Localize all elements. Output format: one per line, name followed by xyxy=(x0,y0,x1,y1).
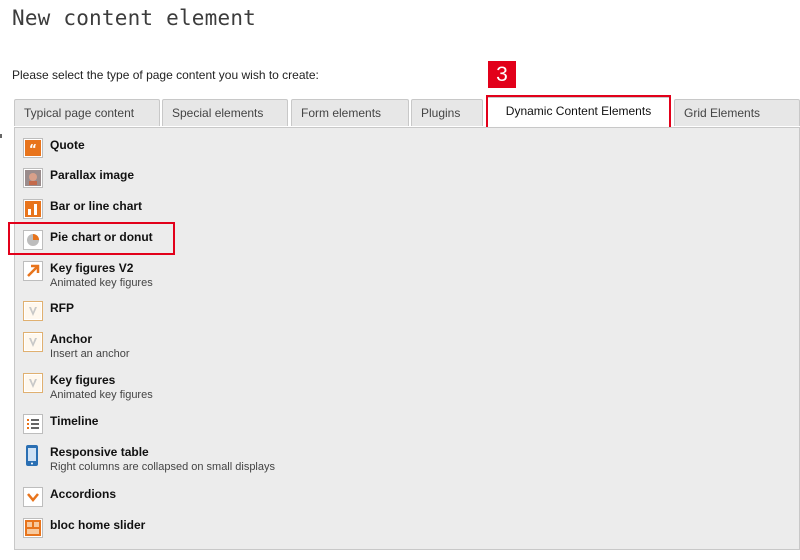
typo3-icon xyxy=(23,332,43,352)
element-timeline[interactable]: Timeline xyxy=(23,414,323,434)
mobile-device-icon xyxy=(23,445,43,466)
tab-grid-elements[interactable]: Grid Elements xyxy=(674,99,800,126)
element-title: Timeline xyxy=(50,414,99,428)
element-title: Accordions xyxy=(50,487,117,501)
tab-plugins[interactable]: Plugins xyxy=(411,99,483,126)
element-rfp[interactable]: RFP xyxy=(23,301,323,321)
element-title: Bar or line chart xyxy=(50,199,143,213)
parallax-image-icon xyxy=(23,168,43,188)
quote-icon: “ xyxy=(23,138,43,158)
tab-typical-page-content[interactable]: Typical page content xyxy=(14,99,160,126)
tab-special-elements[interactable]: Special elements xyxy=(162,99,288,126)
element-key-figures-v2[interactable]: Key figures V2 Animated key figures xyxy=(23,261,323,295)
element-description: Animated key figures xyxy=(50,277,153,289)
svg-text:“: “ xyxy=(29,142,37,156)
pie-chart-highlight xyxy=(8,222,175,255)
content-elements-panel: “ Quote Parallax image Bar or line chart… xyxy=(14,127,800,550)
element-title: Responsive table xyxy=(50,445,149,459)
typo3-icon xyxy=(23,373,43,393)
element-bloc-home-slider[interactable]: bloc home slider xyxy=(23,518,323,538)
element-bar-or-line-chart[interactable]: Bar or line chart xyxy=(23,199,323,219)
element-description: Insert an anchor xyxy=(50,348,130,360)
element-title: Parallax image xyxy=(50,168,135,182)
element-description: Right columns are collapsed on small dis… xyxy=(50,461,275,473)
element-title: Anchor xyxy=(50,332,92,346)
element-parallax-image[interactable]: Parallax image xyxy=(23,168,323,188)
element-key-figures[interactable]: Key figures Animated key figures xyxy=(23,373,323,407)
element-anchor[interactable]: Anchor Insert an anchor xyxy=(23,332,323,366)
arrow-up-right-icon xyxy=(23,261,43,281)
typo3-icon xyxy=(23,301,43,321)
slider-grid-icon xyxy=(23,518,43,538)
element-title: Key figures V2 xyxy=(50,261,134,275)
element-quote[interactable]: “ Quote xyxy=(23,138,323,158)
timeline-list-icon xyxy=(23,414,43,434)
element-title: Quote xyxy=(50,138,85,152)
scroll-marker xyxy=(0,134,2,138)
element-title: RFP xyxy=(50,301,74,315)
element-responsive-table[interactable]: Responsive table Right columns are colla… xyxy=(23,445,423,479)
bar-chart-icon xyxy=(23,199,43,219)
page-title: New content element xyxy=(12,6,257,30)
instruction-text: Please select the type of page content y… xyxy=(12,68,319,82)
tab-form-elements[interactable]: Form elements xyxy=(291,99,409,126)
content-type-tabs: Typical page content Special elements Fo… xyxy=(14,97,800,127)
element-accordions[interactable]: Accordions xyxy=(23,487,323,507)
chevron-down-icon xyxy=(23,487,43,507)
element-title: bloc home slider xyxy=(50,518,146,532)
step-badge: 3 xyxy=(488,61,516,88)
element-description: Animated key figures xyxy=(50,389,153,401)
element-title: Key figures xyxy=(50,373,116,387)
